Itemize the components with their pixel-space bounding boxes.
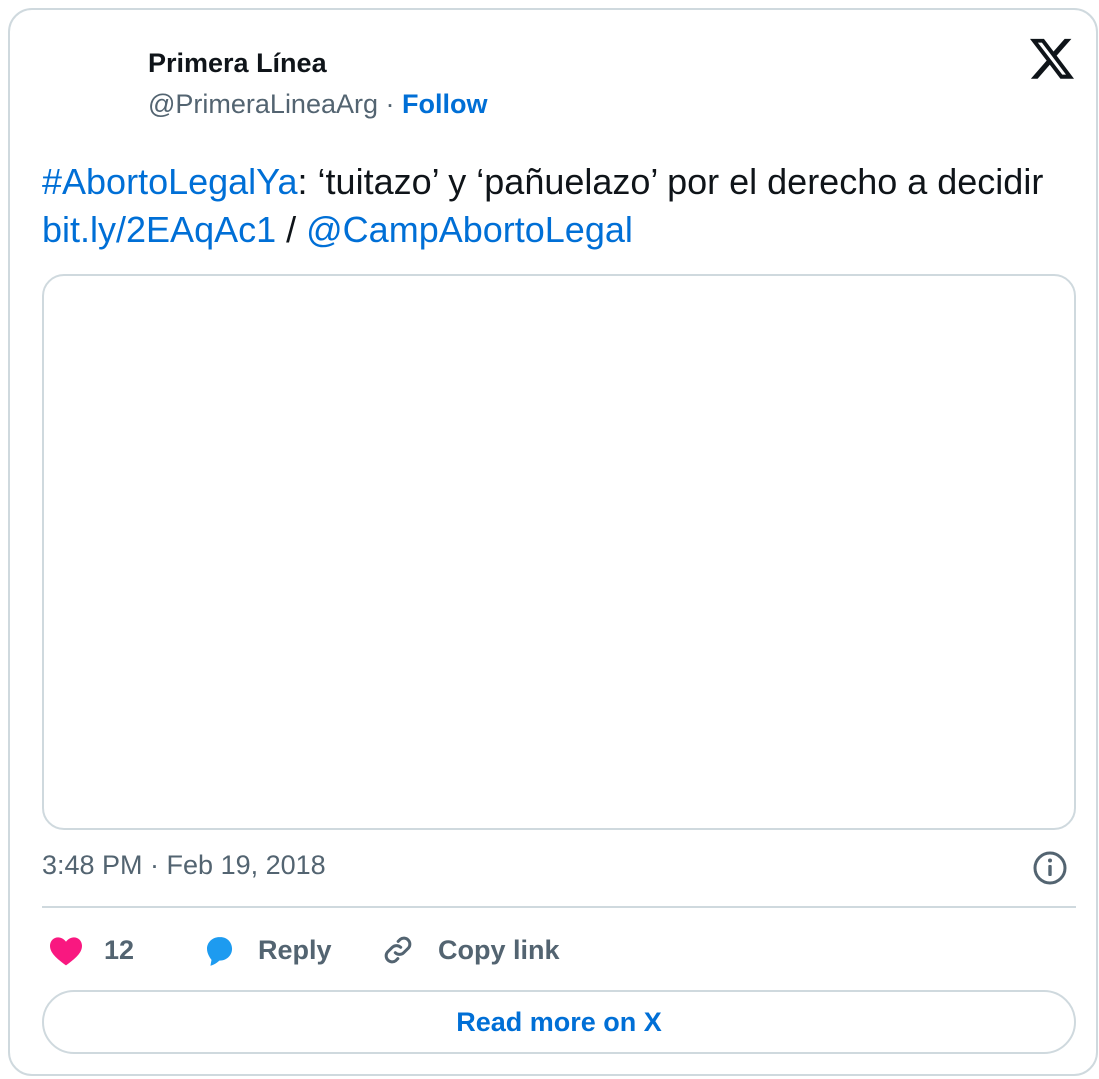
copy-link-label: Copy link [438, 934, 560, 965]
link-icon [384, 936, 412, 964]
author-meta: @PrimeraLineaArg · Follow [148, 89, 488, 120]
tweet-embed-card: Primera Línea @PrimeraLineaArg · Follow … [8, 8, 1098, 1076]
mention-link[interactable]: @CampAbortoLegal [306, 209, 633, 250]
heart-icon [50, 937, 82, 966]
like-button[interactable]: 12 [48, 926, 134, 974]
author-name[interactable]: Primera Línea [148, 48, 327, 79]
divider [42, 906, 1076, 908]
follow-button[interactable]: Follow [402, 89, 487, 119]
reply-label: Reply [258, 934, 332, 965]
media-placeholder[interactable] [42, 274, 1076, 830]
author-handle[interactable]: @PrimeraLineaArg [148, 89, 378, 119]
info-icon[interactable] [1032, 850, 1068, 886]
meta-separator: · [385, 89, 395, 119]
reply-bubble-icon [207, 937, 233, 966]
read-more-button[interactable]: Read more on X [42, 990, 1076, 1054]
tweet-text: #AbortoLegalYa: ‘tuitazo’ y ‘pañuelazo’ … [42, 158, 1052, 254]
tweet-timestamp[interactable]: 3:48 PM · Feb 19, 2018 [42, 850, 326, 881]
tweet-text-body: : ‘tuitazo’ y ‘pañuelazo’ por el derecho… [297, 161, 1044, 202]
url-link[interactable]: bit.ly/2EAqAc1 [42, 209, 276, 250]
x-logo-icon[interactable] [1030, 38, 1074, 80]
tweet-text-separator: / [276, 209, 307, 250]
like-count: 12 [104, 934, 135, 965]
hashtag-link[interactable]: #AbortoLegalYa [42, 161, 298, 202]
reply-button[interactable]: Reply [200, 926, 332, 974]
copy-link-button[interactable]: Copy link [380, 926, 560, 974]
